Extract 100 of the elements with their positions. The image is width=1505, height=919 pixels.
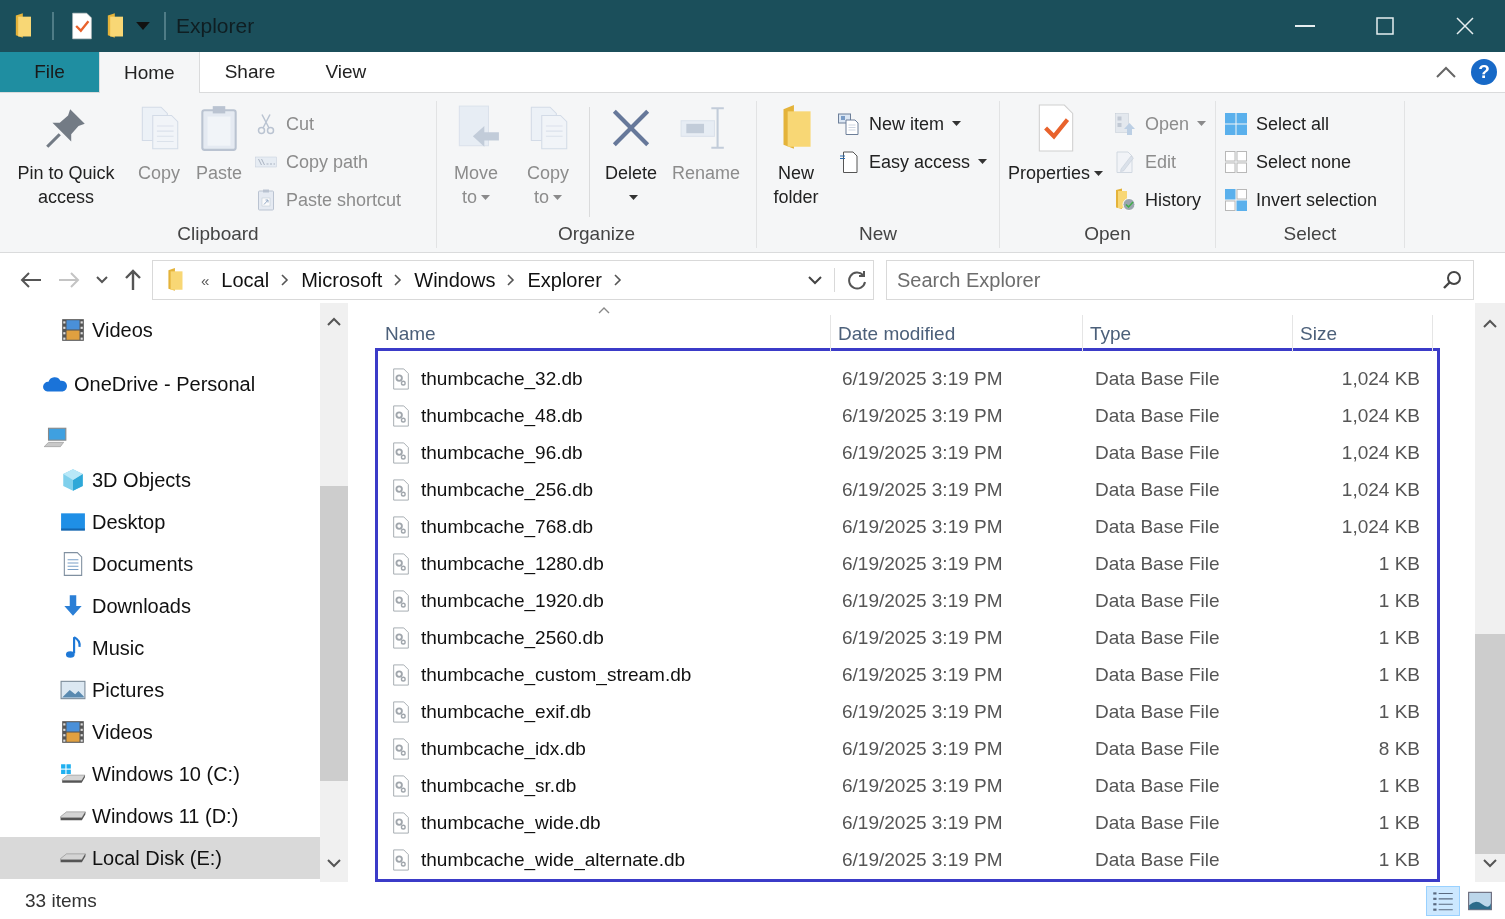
- search-field[interactable]: Search Explorer: [886, 260, 1474, 300]
- nav-item[interactable]: Downloads: [0, 585, 320, 627]
- file-name[interactable]: thumbcache_idx.db: [421, 737, 586, 760]
- caret-icon: [978, 159, 988, 165]
- refresh-icon[interactable]: [847, 270, 867, 290]
- table-cell-text: 6/19/2025 3:19 PM: [841, 478, 1004, 501]
- ribbon-button[interactable]: Easy access: [837, 143, 988, 181]
- table-cell-text: Data Base File: [1094, 478, 1221, 501]
- scroll-down-icon[interactable]: [327, 859, 341, 868]
- ribbon-tab[interactable]: Share: [199, 52, 301, 92]
- chevron-right-icon[interactable]: [281, 274, 290, 286]
- table-cell-text: 8 KB: [1377, 737, 1421, 760]
- nav-item[interactable]: Documents: [0, 543, 320, 585]
- ribbon-tab[interactable]: View: [300, 52, 392, 92]
- file-name[interactable]: thumbcache_exif.db: [421, 700, 592, 723]
- file-name[interactable]: thumbcache_768.db: [421, 515, 594, 538]
- caret-icon[interactable]: [96, 276, 108, 284]
- file-name[interactable]: thumbcache_1920.db: [421, 589, 604, 612]
- cube-icon: [60, 467, 86, 493]
- column-header[interactable]: Type: [1083, 315, 1293, 352]
- breadcrumb[interactable]: Windows: [414, 268, 496, 292]
- ribbon-button[interactable]: Select none: [1224, 143, 1378, 181]
- nav-item[interactable]: Desktop: [0, 501, 320, 543]
- file-name[interactable]: thumbcache_256.db: [421, 478, 594, 501]
- table-cell-text: 6/19/2025 3:19 PM: [841, 811, 1004, 834]
- table-cell-text: 6/19/2025 3:19 PM: [841, 626, 1004, 649]
- view-toggle[interactable]: [1426, 885, 1460, 916]
- overflow-chevrons[interactable]: «: [201, 271, 210, 289]
- table-cell-text: 6/19/2025 3:19 PM: [841, 700, 1004, 723]
- ribbon-button[interactable]: New item: [837, 105, 988, 143]
- file-name[interactable]: thumbcache_32.db: [421, 367, 583, 390]
- scroll-down-icon[interactable]: [1483, 859, 1497, 868]
- table-cell-text: 6/19/2025 3:19 PM: [841, 589, 1004, 612]
- dropdown-chevron-icon[interactable]: [808, 275, 822, 285]
- nav-item[interactable]: Videos: [0, 711, 320, 753]
- table-cell-text: 6/19/2025 3:19 PM: [841, 515, 1004, 538]
- nav-item[interactable]: Windows 11 (D:): [0, 795, 320, 837]
- ribbon-button[interactable]: New folder: [761, 101, 831, 211]
- ribbon-button[interactable]: History: [1113, 181, 1207, 219]
- nav-item[interactable]: Videos: [0, 309, 320, 351]
- chevron-right-icon[interactable]: [507, 274, 516, 286]
- ribbon-tab[interactable]: File: [0, 52, 99, 92]
- collapse-chevron-icon[interactable]: [1435, 65, 1457, 79]
- file-name[interactable]: thumbcache_sr.db: [421, 774, 577, 797]
- nav-item[interactable]: Windows 10 (C:): [0, 753, 320, 795]
- scroll-up-icon[interactable]: [1483, 319, 1497, 328]
- scrollbar-thumb[interactable]: [320, 486, 348, 781]
- column-header[interactable]: Date modified: [831, 315, 1083, 352]
- caret-icon: [553, 195, 562, 202]
- ribbon-button[interactable]: Pin to Quick access: [4, 101, 128, 211]
- gear-document-icon: [390, 515, 412, 538]
- scrollbar-thumb[interactable]: [1475, 634, 1505, 854]
- file-name[interactable]: thumbcache_1280.db: [421, 552, 604, 575]
- open-icon: [1113, 112, 1138, 136]
- table-cell-text: 1 KB: [1377, 774, 1421, 797]
- table-cell-text: 6/19/2025 3:19 PM: [841, 441, 1004, 464]
- breadcrumb[interactable]: Local: [221, 268, 270, 292]
- gear-document-icon: [390, 774, 412, 797]
- ribbon-tab[interactable]: Home: [99, 52, 200, 93]
- grid-icon: [1224, 112, 1248, 136]
- nav-item[interactable]: OneDrive - Personal: [0, 363, 320, 405]
- chevron-right-icon[interactable]: [394, 274, 403, 286]
- ribbon-button[interactable]: Invert selection: [1224, 181, 1378, 219]
- help-button[interactable]: ?: [1471, 59, 1497, 85]
- back-arrow-icon[interactable]: [20, 271, 42, 289]
- file-name[interactable]: thumbcache_48.db: [421, 404, 583, 427]
- table-cell-text: Data Base File: [1094, 848, 1221, 871]
- file-name[interactable]: thumbcache_wide.db: [421, 811, 601, 834]
- caret-icon: [952, 121, 961, 127]
- table-cell-text: Data Base File: [1094, 700, 1221, 723]
- table-cell-text: 1 KB: [1377, 552, 1421, 575]
- breadcrumb[interactable]: Microsoft: [301, 268, 383, 292]
- nav-item[interactable]: Local Disk (E:): [0, 837, 320, 879]
- address-bar[interactable]: « Local Microsoft Windows Explorer: [152, 260, 874, 300]
- folder-clock-icon: [1113, 188, 1138, 212]
- table-cell-text: 1,024 KB: [1340, 367, 1421, 390]
- item-count: 33 items: [25, 889, 97, 912]
- table-cell-text: 6/19/2025 3:19 PM: [841, 552, 1004, 575]
- scroll-up-icon[interactable]: [327, 317, 341, 326]
- file-name[interactable]: thumbcache_wide_alternate.db: [421, 848, 686, 871]
- column-header[interactable]: Name: [378, 315, 831, 352]
- file-name[interactable]: thumbcache_2560.db: [421, 626, 604, 649]
- table-cell-text: Data Base File: [1094, 441, 1221, 464]
- group-label: New: [858, 222, 898, 246]
- breadcrumb[interactable]: Explorer: [527, 268, 602, 292]
- up-arrow-icon[interactable]: [124, 269, 142, 291]
- ribbon-button[interactable]: Select all: [1224, 105, 1378, 143]
- maximize-icon: [1375, 16, 1395, 36]
- group-label: Organize: [556, 222, 637, 246]
- chevron-right-icon[interactable]: [613, 274, 622, 286]
- table-cell-text: 1 KB: [1377, 848, 1421, 871]
- ribbon-button[interactable]: Properties: [1004, 101, 1108, 187]
- nav-item[interactable]: 3D Objects: [0, 459, 320, 501]
- ribbon-button[interactable]: Delete: [596, 101, 666, 211]
- column-header[interactable]: Size: [1293, 315, 1433, 352]
- file-name[interactable]: thumbcache_custom_stream.db: [421, 663, 692, 686]
- minimize-icon: [1295, 25, 1315, 27]
- nav-item[interactable]: Music: [0, 627, 320, 669]
- file-name[interactable]: thumbcache_96.db: [421, 441, 583, 464]
- nav-item[interactable]: Pictures: [0, 669, 320, 711]
